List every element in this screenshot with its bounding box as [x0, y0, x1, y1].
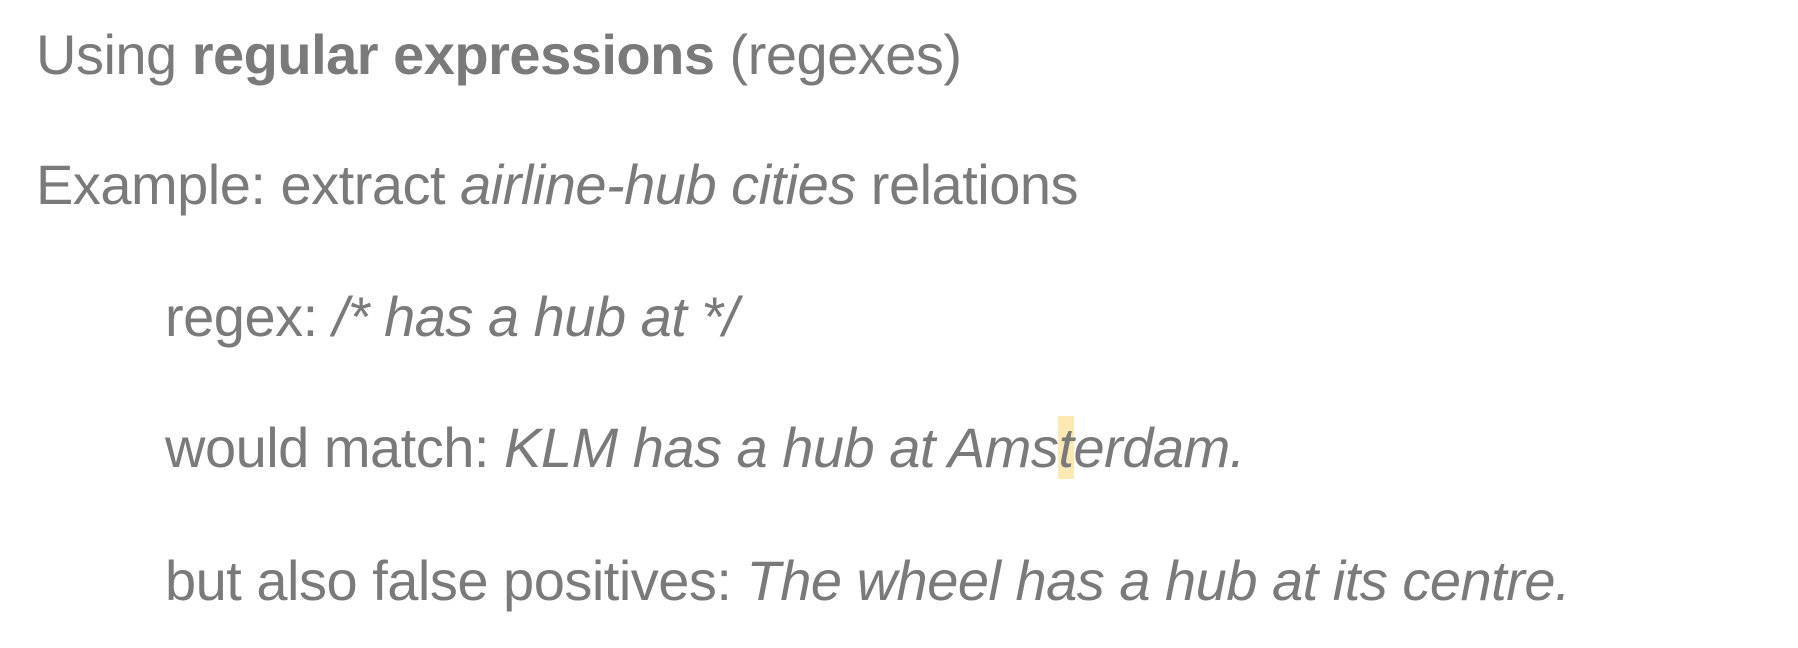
heading-bold-term: regular expressions [191, 23, 715, 86]
match-example-before: KLM has a hub at Ams [504, 416, 1059, 479]
regex-line: regex: /* has a hub at */ [165, 282, 738, 352]
match-example: KLM has a hub at Amsterdam. [504, 416, 1245, 479]
heading-prefix: Using [36, 23, 192, 86]
heading-line: Using regular expressions (regexes) [36, 20, 962, 90]
slide-content: Using regular expressions (regexes) Exam… [0, 0, 1798, 648]
false-positive-line: but also false positives: The wheel has … [165, 546, 1571, 616]
regex-label: regex: [165, 285, 333, 348]
example-line: Example: extract airline-hub cities rela… [36, 150, 1078, 220]
false-positive-example: The wheel has a hub at its centre. [746, 549, 1571, 612]
example-suffix: relations [855, 153, 1079, 216]
heading-suffix: (regexes) [714, 23, 963, 86]
match-label: would match: [165, 416, 504, 479]
match-line: would match: KLM has a hub at Amsterdam. [165, 413, 1245, 483]
text-cursor-highlight: t [1058, 416, 1074, 479]
example-prefix: Example: extract [36, 153, 461, 216]
false-positive-label: but also false positives: [165, 549, 747, 612]
example-relation: airline-hub cities [460, 153, 856, 216]
match-example-after: erdam. [1073, 416, 1246, 479]
regex-pattern: /* has a hub at */ [332, 285, 739, 348]
